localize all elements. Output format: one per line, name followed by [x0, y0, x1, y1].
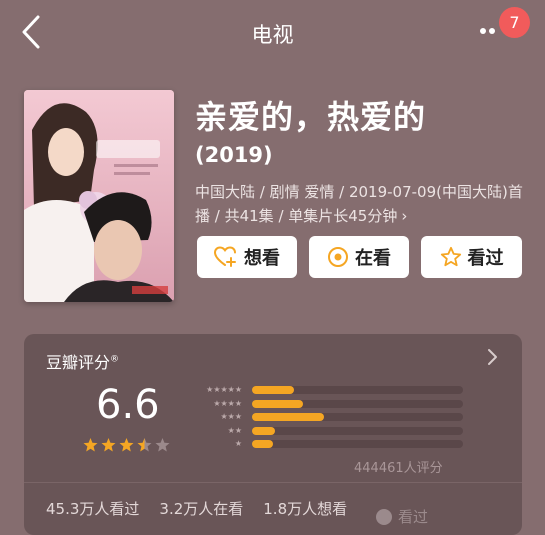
watermark-text: 看过 [398, 508, 429, 526]
poster-image[interactable] [24, 90, 174, 302]
rating-star-icon [83, 438, 98, 452]
rating-card[interactable]: 豆瓣评分® 6.6 444461人评分 45.3万人看过 3.2万人在看 1.8… [24, 334, 522, 535]
watched-label: 看过 [467, 248, 504, 269]
rating-bar-track [252, 426, 463, 435]
rating-star-icon [155, 438, 170, 452]
rating-star-icon [119, 438, 134, 452]
page-title: 电视 [251, 23, 294, 47]
stat-watched: 45.3万人看过 [46, 500, 140, 518]
heart-plus-icon [214, 246, 236, 267]
rating-bar-track [252, 413, 463, 421]
show-year: (2019) [195, 143, 273, 167]
rating-title-mark: ® [110, 354, 120, 365]
stat-want: 1.8万人想看 [263, 500, 348, 518]
watermark-avatar-icon [376, 508, 392, 525]
poster-artwork [24, 90, 174, 302]
rating-title: 豆瓣评分® [46, 349, 119, 373]
watching-button[interactable]: 在看 [309, 236, 409, 278]
rating-bar-fill [252, 426, 276, 435]
divider [24, 482, 522, 483]
show-title: 亲爱的，热爱的 [195, 98, 427, 136]
stat-watching: 3.2万人在看 [159, 500, 244, 518]
target-circle-icon [328, 247, 348, 267]
chevron-right-icon[interactable] [486, 348, 498, 366]
show-meta-text: 中国大陆 / 剧情 爱情 / 2019-07-09(中国大陆)首播 / 共41集… [195, 183, 523, 225]
rating-bar-fill [252, 413, 324, 421]
rating-bar-stars-icon: ★★★★★ [206, 385, 242, 394]
rating-star-icon [137, 438, 152, 452]
meta-chevron-icon: › [401, 207, 408, 225]
rating-stats: 45.3万人看过 3.2万人在看 1.8万人想看 [46, 498, 367, 519]
watching-label: 在看 [355, 248, 391, 269]
rating-bar-stars-icon: ★ [234, 439, 242, 448]
star-outline-icon [440, 246, 461, 267]
rating-bar-stars-icon: ★★★★ [213, 398, 242, 408]
rating-bar-fill [252, 399, 303, 408]
rating-star-icon [101, 438, 116, 452]
rating-bar-fill [252, 440, 274, 448]
want-to-watch-button[interactable]: 想看 [197, 236, 297, 278]
rating-score: 6.6 [96, 382, 160, 428]
rating-bar-track [252, 399, 463, 408]
show-meta[interactable]: 中国大陆 / 剧情 爱情 / 2019-07-09(中国大陆)首播 / 共41集… [195, 180, 530, 228]
rating-bar-stars-icon: ★★★ [220, 412, 242, 421]
rating-bar-track [252, 440, 463, 448]
rating-bar-track [252, 386, 463, 394]
top-bar: 电视 7 [0, 0, 545, 64]
rating-stars [82, 437, 171, 453]
rating-bar-fill [252, 386, 295, 394]
rating-bar-stars-icon: ★★ [227, 425, 242, 435]
notification-badge[interactable]: 7 [499, 7, 530, 38]
rating-total: 444461人评分 [354, 461, 443, 476]
rating-title-text: 豆瓣评分 [46, 353, 111, 372]
watched-button[interactable]: 看过 [421, 236, 522, 278]
watermark: 看过 [376, 506, 428, 527]
want-label: 想看 [244, 248, 280, 269]
